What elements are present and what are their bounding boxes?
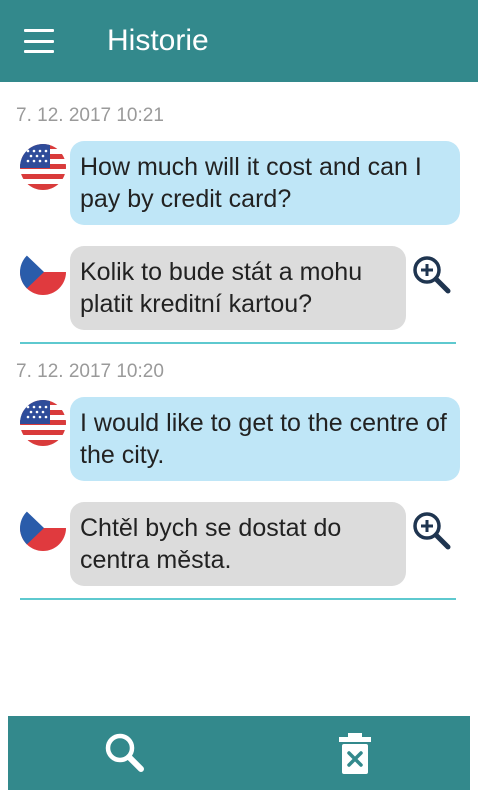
history-entry: 7. 12. 2017 10:20 I would like to get to… [0,338,478,604]
zoom-in-icon [413,512,451,550]
search-icon [105,733,144,772]
zoom-in-icon [413,256,451,294]
us-flag-icon [20,144,66,190]
search-button[interactable] [100,728,150,778]
bottom-toolbar [8,716,470,790]
zoom-in-button[interactable] [410,253,454,297]
timestamp: 7. 12. 2017 10:20 [16,361,164,382]
zoom-in-button[interactable] [410,509,454,553]
app-bar: Historie [0,0,478,82]
target-text-bubble[interactable]: Chtěl bych se dostat do centra města. [70,502,406,586]
us-flag-icon [20,400,66,446]
timestamp: 7. 12. 2017 10:21 [16,105,164,126]
target-text-bubble[interactable]: Kolik to bude stát a mohu platit kreditn… [70,246,406,330]
delete-all-button[interactable] [330,728,380,778]
history-entry: 7. 12. 2017 10:21 How much will it cost … [0,82,478,348]
cz-flag-icon [20,249,66,295]
hamburger-menu-icon [24,29,54,32]
page-title: Historie [107,24,209,57]
cz-flag-icon [20,505,66,551]
menu-button[interactable] [22,26,56,56]
source-text-bubble[interactable]: I would like to get to the centre of the… [70,397,460,481]
divider [20,598,456,600]
history-list: 7. 12. 2017 10:21 How much will it cost … [0,82,478,716]
delete-trash-icon [339,733,371,774]
source-text-bubble[interactable]: How much will it cost and can I pay by c… [70,141,460,225]
